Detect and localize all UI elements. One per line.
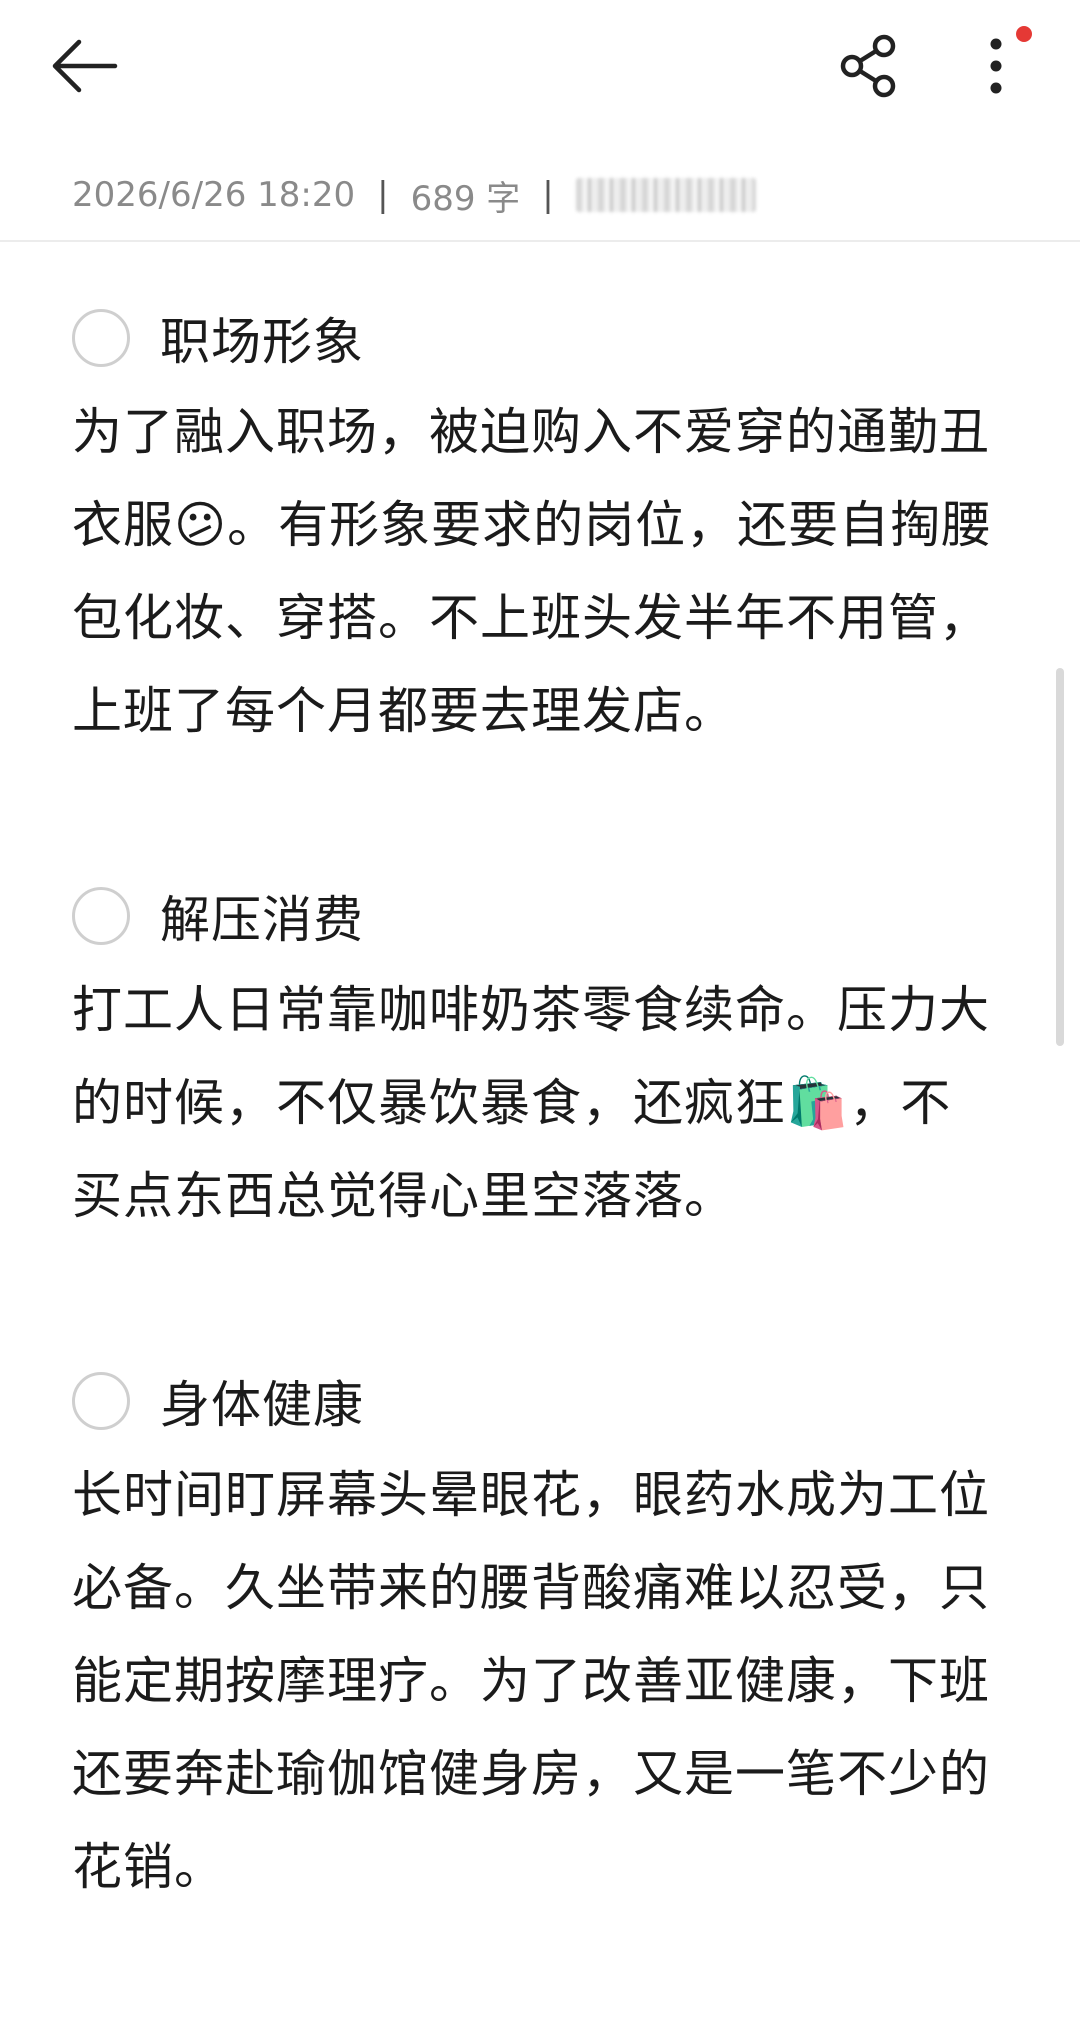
meta-separator: |: [377, 175, 389, 215]
section-header: 职场形象: [72, 290, 1002, 386]
header-divider: [0, 240, 1080, 242]
share-button[interactable]: [834, 28, 904, 104]
section-body: 打工人日常靠咖啡奶茶零食续命。压力大的时候，不仅暴饮暴食，还疯狂🛍️，不买点东西…: [72, 981, 990, 1225]
top-app-bar: [0, 0, 1080, 140]
word-count: 689 字: [410, 178, 521, 219]
todo-checkbox[interactable]: [72, 887, 130, 945]
section-body: 为了融入职场，被迫购入不爱穿的通勤丑衣服😕。有形象要求的岗位，还要自掏腰包化妆、…: [72, 403, 993, 740]
section-title: 身体健康: [160, 1376, 364, 1434]
section-stress-spending: 解压消费 打工人日常靠咖啡奶茶零食续命。压力大的时候，不仅暴饮暴食，还疯狂🛍️，…: [72, 868, 1002, 1243]
note-content: 职场形象 为了融入职场，被迫购入不爱穿的通勤丑衣服😕。有形象要求的岗位，还要自掏…: [72, 290, 1002, 2024]
meta-separator: |: [542, 175, 554, 215]
todo-checkbox[interactable]: [72, 1372, 130, 1430]
scrollbar[interactable]: [1056, 668, 1064, 1046]
note-meta: 2026/6/26 18:20 | 689 字 |: [72, 170, 756, 220]
more-options-button[interactable]: [966, 28, 1026, 104]
section-title: 职场形象: [160, 313, 364, 371]
note-datetime: 2026/6/26 18:20: [72, 175, 356, 215]
arrow-left-icon: [52, 39, 118, 93]
blurred-author: [575, 178, 756, 212]
section-header: 身体健康: [72, 1353, 1002, 1449]
section-header: 解压消费: [72, 868, 1002, 964]
back-button[interactable]: [44, 28, 124, 104]
section-body: 长时间盯屏幕头晕眼花，眼药水成为工位必备。久坐带来的腰背酸痛难以忍受，只能定期按…: [72, 1466, 990, 1896]
share-icon: [840, 34, 896, 98]
todo-checkbox[interactable]: [72, 309, 130, 367]
section-health: 身体健康 长时间盯屏幕头晕眼花，眼药水成为工位必备。久坐带来的腰背酸痛难以忍受，…: [72, 1353, 1002, 1914]
notification-dot: [1016, 26, 1032, 42]
section-workplace-image: 职场形象 为了融入职场，被迫购入不爱穿的通勤丑衣服😕。有形象要求的岗位，还要自掏…: [72, 290, 1002, 758]
section-title: 解压消费: [160, 891, 364, 949]
more-vertical-icon: [990, 38, 1002, 94]
